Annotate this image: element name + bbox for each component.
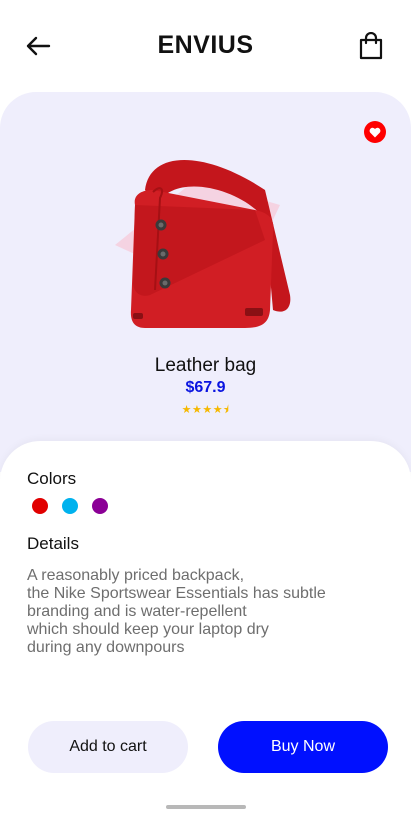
top-bar: ENVIUS (0, 0, 411, 92)
add-to-cart-button[interactable]: Add to cart (28, 721, 188, 773)
details-description: A reasonably priced backpack, the Nike S… (27, 567, 326, 656)
colors-title: Colors (27, 469, 77, 488)
product-price: $67.9 (185, 379, 226, 396)
color-swatch-red[interactable] (32, 498, 48, 514)
color-swatch-cyan[interactable] (62, 498, 78, 514)
color-swatch-purple[interactable] (92, 498, 108, 514)
shopping-bag-icon (359, 32, 383, 60)
favorite-button[interactable] (364, 121, 386, 143)
rating-stars: ★★★★⯨ (181, 404, 230, 416)
heart-icon (369, 127, 381, 137)
brand-title: ENVIUS (157, 31, 254, 59)
product-name: Leather bag (154, 355, 257, 376)
details-title: Details (27, 534, 79, 553)
cart-button[interactable] (356, 30, 386, 62)
home-indicator (166, 805, 246, 809)
product-image (105, 150, 305, 335)
buy-now-button[interactable]: Buy Now (218, 721, 388, 773)
